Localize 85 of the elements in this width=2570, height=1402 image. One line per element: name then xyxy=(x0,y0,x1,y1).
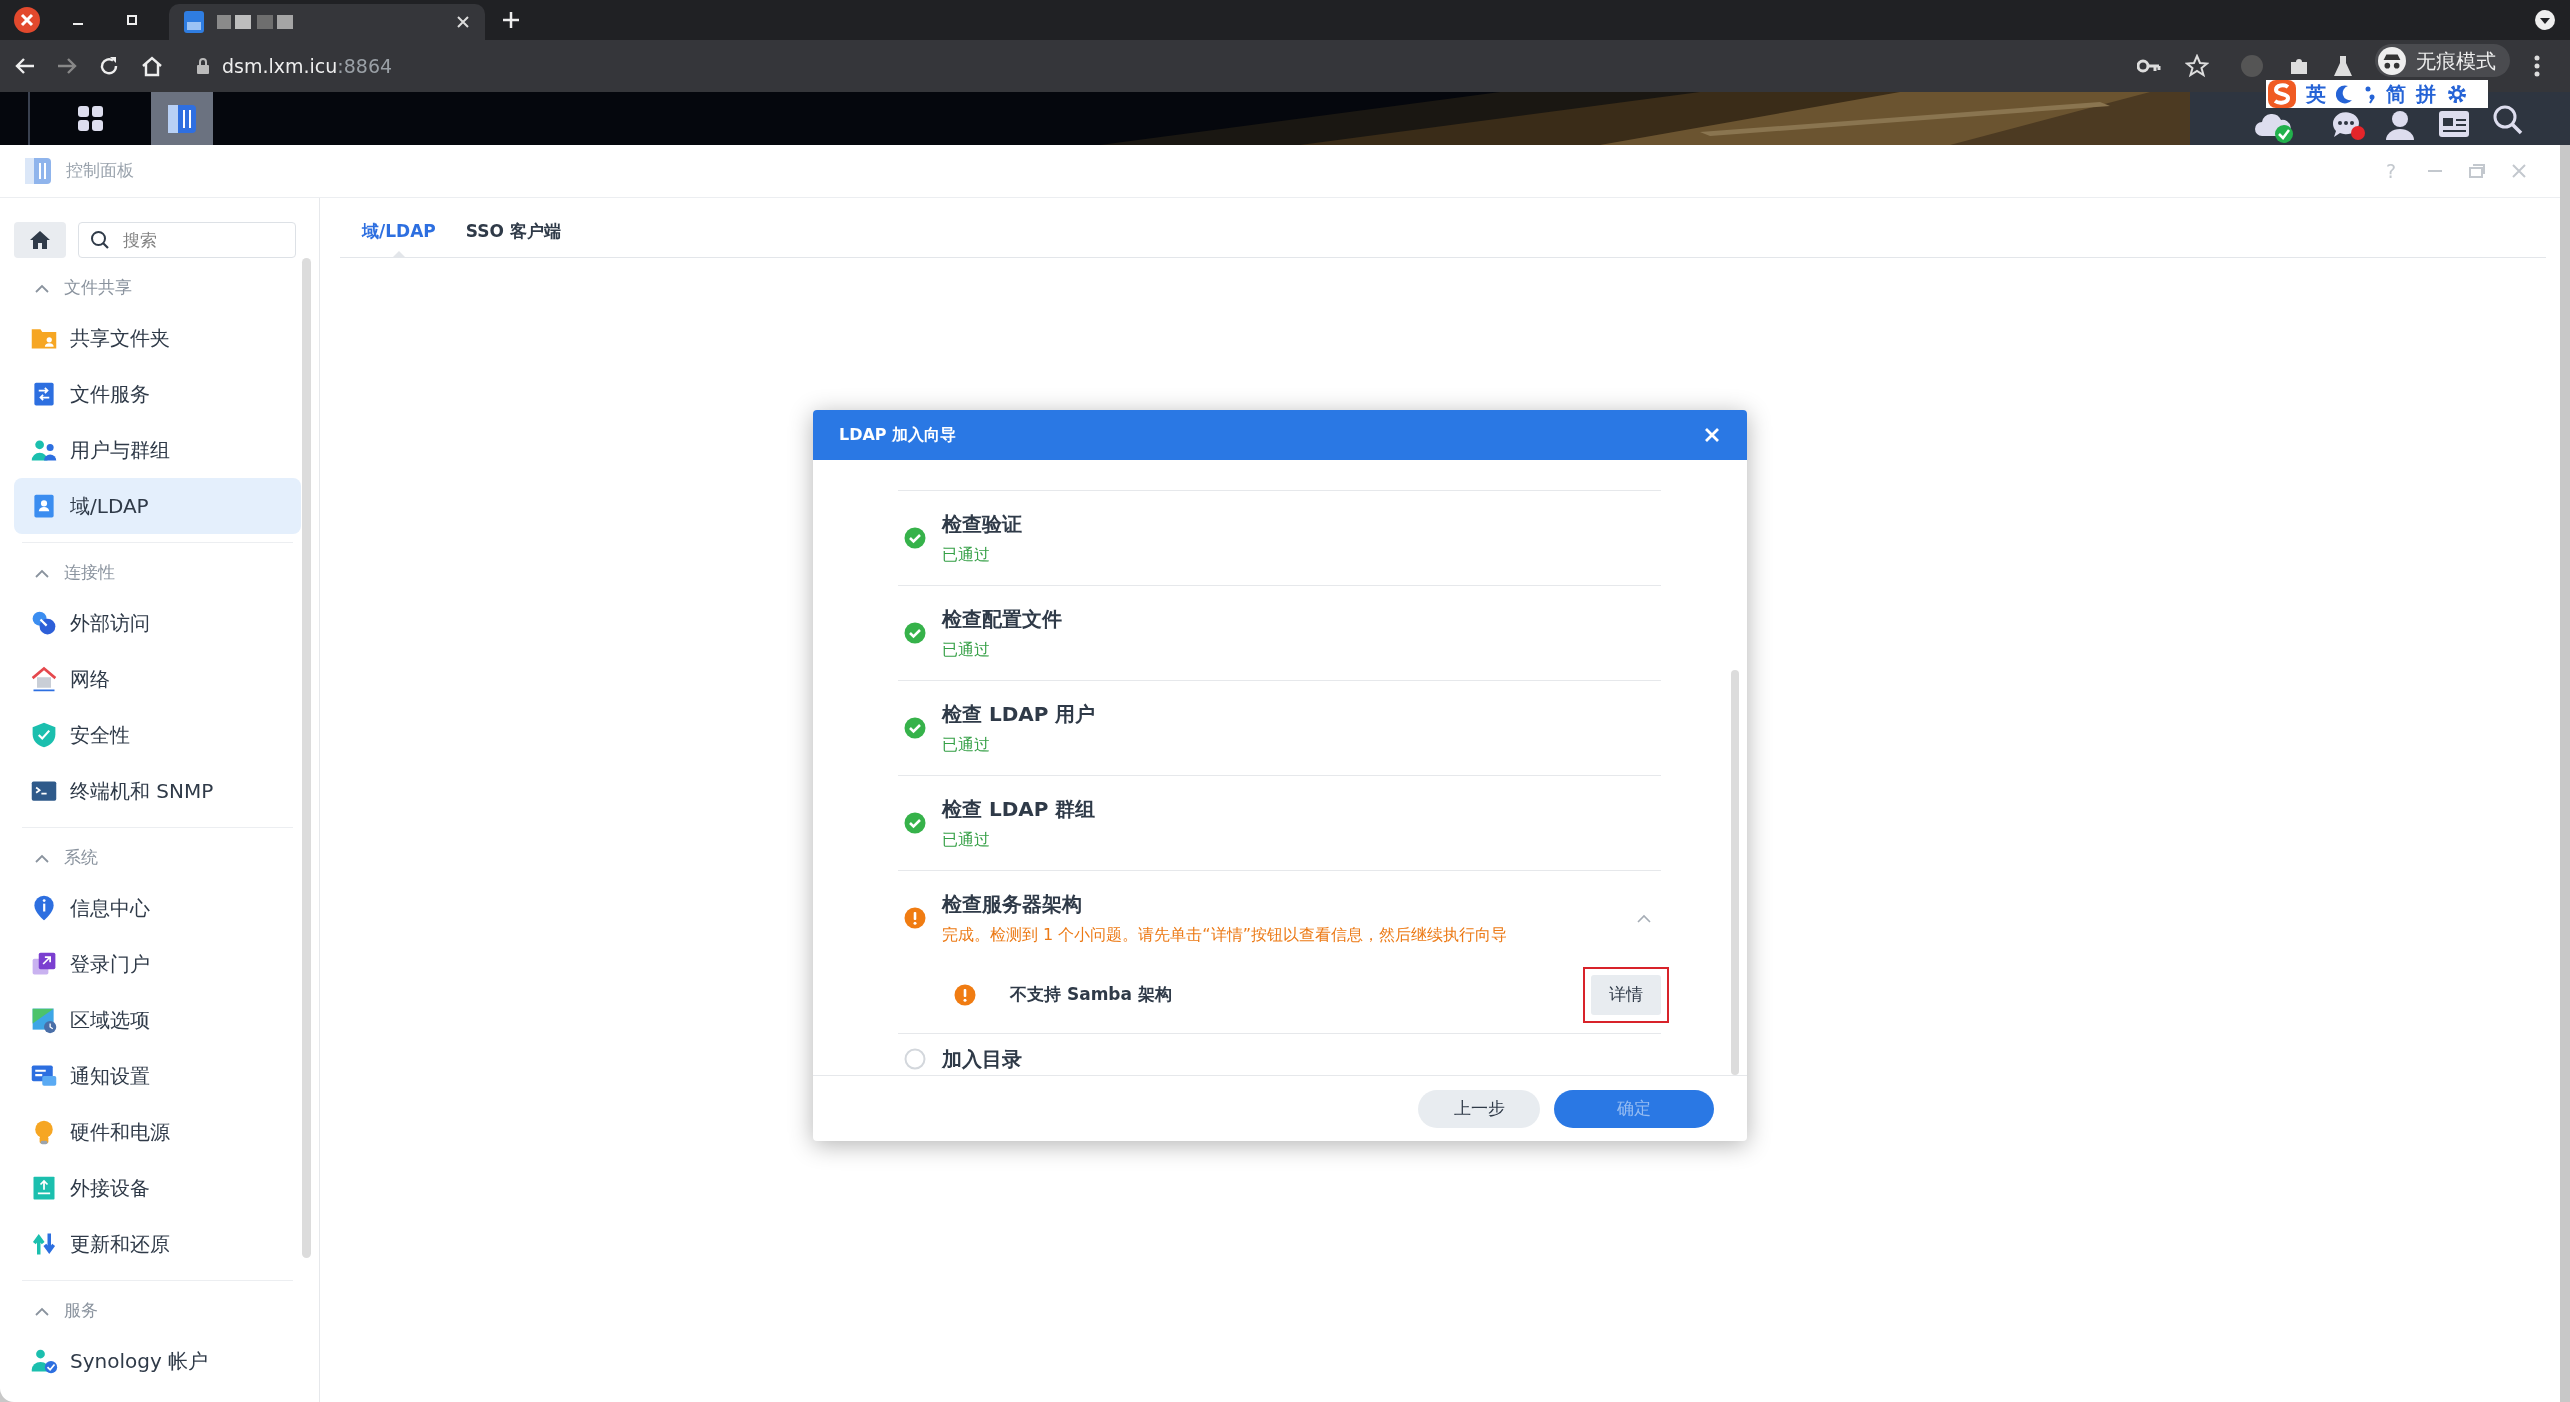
shield-icon xyxy=(30,721,58,749)
user-icon[interactable] xyxy=(2384,110,2416,140)
moon-icon[interactable] xyxy=(2336,84,2354,104)
step-title: 检查验证 xyxy=(942,511,1023,538)
ime-option[interactable]: 英 xyxy=(2306,82,2326,106)
main-menu-icon[interactable] xyxy=(78,106,104,132)
punctuation-icon[interactable] xyxy=(2364,84,2376,104)
control-panel-taskbar-button[interactable] xyxy=(151,92,213,145)
link-icon xyxy=(30,609,58,637)
warning-icon xyxy=(954,984,976,1006)
sidebar-item[interactable]: 用户与群组 xyxy=(14,422,301,478)
section-header: 连接性 xyxy=(64,561,115,585)
sidebar-item[interactable]: Synology 帐户 xyxy=(14,1333,301,1389)
search-field[interactable]: 搜索 xyxy=(78,222,296,258)
tab-search-icon[interactable] xyxy=(2534,9,2556,31)
menu-icon[interactable] xyxy=(2534,55,2540,77)
sidebar-item[interactable]: 登录门户 xyxy=(14,936,301,992)
search-icon xyxy=(90,230,110,250)
details-button[interactable]: 详情 xyxy=(1591,975,1661,1015)
maximize-icon[interactable] xyxy=(125,13,139,27)
issue-text: 不支持 Samba 架构 xyxy=(1010,983,1172,1007)
chat-icon[interactable] xyxy=(2330,109,2366,141)
lock-icon[interactable] xyxy=(196,57,210,75)
step-title: 检查配置文件 xyxy=(942,606,1063,633)
close-tab-icon[interactable] xyxy=(455,14,471,30)
sidebar-item[interactable]: 终端机和 SNMP xyxy=(14,763,301,819)
new-tab-icon[interactable] xyxy=(501,10,521,30)
ime-option[interactable]: 拼 xyxy=(2416,82,2436,106)
sidebar-item[interactable]: 更新和还原 xyxy=(14,1216,301,1272)
window-title: 控制面板 xyxy=(66,159,134,183)
flask-icon[interactable] xyxy=(2333,54,2353,78)
ime-option[interactable]: 简 xyxy=(2386,82,2406,106)
home-button[interactable] xyxy=(14,222,66,258)
step-status: 已通过 xyxy=(942,544,991,566)
sidebar-item[interactable]: 信息中心 xyxy=(14,880,301,936)
home-icon xyxy=(29,230,51,250)
section-header: 文件共享 xyxy=(64,276,132,300)
sidebar-item[interactable]: 通知设置 xyxy=(14,1048,301,1104)
sidebar-item[interactable]: 域/LDAP xyxy=(14,478,301,534)
widget-icon[interactable] xyxy=(2438,110,2470,138)
search-icon[interactable] xyxy=(2492,104,2524,136)
sidebar-item[interactable]: 网络 xyxy=(14,651,301,707)
step-title: 检查 LDAP 用户 xyxy=(942,701,1097,728)
section-header: 系统 xyxy=(64,846,98,870)
step-status: 已通过 xyxy=(942,829,991,851)
sidebar-item[interactable]: 外接设备 xyxy=(14,1160,301,1216)
house-icon xyxy=(30,665,58,693)
collapse-icon[interactable] xyxy=(34,1306,50,1316)
key-icon[interactable] xyxy=(2137,59,2161,73)
collapse-icon[interactable] xyxy=(34,853,50,863)
section-header: 服务 xyxy=(64,1299,98,1323)
sidebar-item[interactable]: 安全性 xyxy=(14,707,301,763)
portal-icon xyxy=(30,950,58,978)
reload-icon[interactable] xyxy=(98,55,120,77)
address-bar[interactable]: dsm.lxm.icu:8864 xyxy=(222,51,393,81)
step-title: 检查服务器架构 xyxy=(942,891,1083,918)
close-icon[interactable] xyxy=(13,6,41,34)
home-icon[interactable] xyxy=(140,55,164,77)
collapse-icon[interactable] xyxy=(34,568,50,578)
verified-user-icon xyxy=(30,1347,58,1375)
sidebar-item[interactable]: 文件服务 xyxy=(14,366,301,422)
sidebar-item[interactable]: 共享文件夹 xyxy=(14,310,301,366)
step-status: 已通过 xyxy=(942,734,991,756)
document-icon xyxy=(183,10,205,34)
step-title: 检查 LDAP 群组 xyxy=(942,796,1097,823)
tab[interactable]: 域/LDAP xyxy=(352,207,446,257)
incognito-label: 无痕模式 xyxy=(2416,47,2496,75)
profile-chip[interactable]: 无痕模式 xyxy=(2375,44,2510,77)
sidebar-item[interactable]: 外部访问 xyxy=(14,595,301,651)
collapse-icon[interactable] xyxy=(34,283,50,293)
tab[interactable]: SSO 客户端 xyxy=(455,207,571,257)
step-status: 完成。检测到 1 个小问题。请先单击“详情”按钮以查看信息，然后继续执行向导 xyxy=(942,924,1508,946)
back-button[interactable]: 上一步 xyxy=(1418,1089,1540,1128)
step-status: 已通过 xyxy=(942,639,991,661)
input-method-logo-icon[interactable] xyxy=(2268,80,2296,108)
dialog-title: LDAP 加入向导 xyxy=(839,424,957,446)
incognito-icon xyxy=(2378,46,2406,75)
star-icon[interactable] xyxy=(2185,54,2209,78)
map-clock-icon xyxy=(30,1006,58,1034)
sidebar-item[interactable]: 区域选项 xyxy=(14,992,301,1048)
browser-tab[interactable] xyxy=(169,4,485,40)
sidebar-item[interactable]: 硬件和电源 xyxy=(14,1104,301,1160)
step-title: 加入目录 xyxy=(942,1046,1023,1073)
control-panel-icon xyxy=(22,155,54,187)
settings-icon[interactable] xyxy=(2446,83,2468,105)
